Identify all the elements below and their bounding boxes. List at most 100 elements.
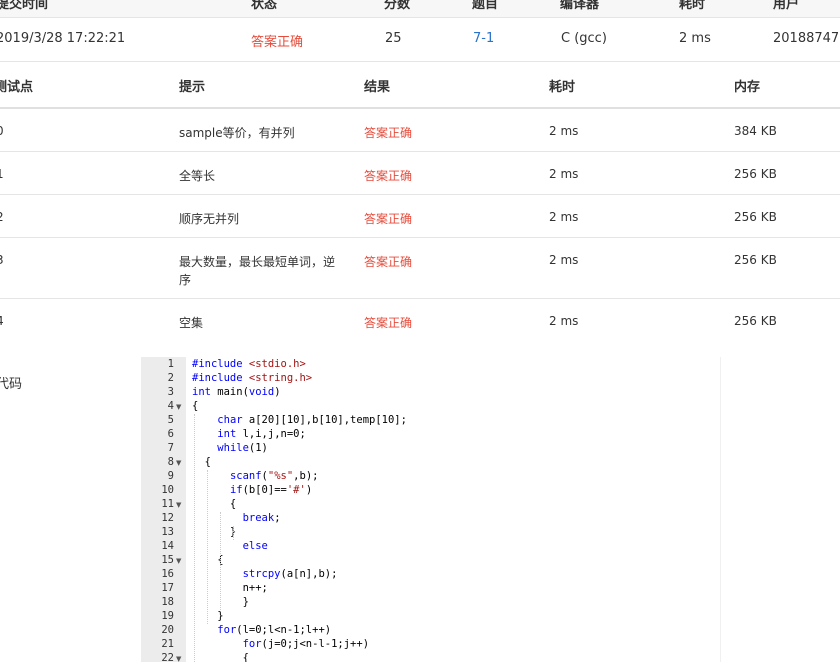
submission-status[interactable]: 答案正确 [251,31,303,50]
line-number: 15 [161,554,174,566]
testcase-time: 2 ms [549,253,579,267]
line-number: 4 [167,400,174,412]
testcase-result: 答案正确 [364,316,413,330]
col-header-memory: 内存 [734,80,761,95]
col-header-duration: 耗时 [679,0,706,12]
line-number: 22 [161,652,174,662]
code-editor[interactable]: 1 #include <stdio.h> 2 #include <string.h> 3… [141,357,721,662]
line-number: 11 [161,498,174,510]
line-number: 12 [161,512,174,524]
testcase-hint: 全等长 [179,169,216,183]
problem-link[interactable]: 7-1 [473,31,494,46]
line-number: 1 [167,358,174,370]
line-number: 6 [167,428,174,440]
code-label: 代码 [0,377,23,392]
code-line[interactable]: scanf("%s",b); [192,470,319,482]
fold-toggle-icon[interactable]: ▼ [176,403,181,411]
testcase-time: 2 ms [549,167,579,181]
testcase-hint-line2: 序 [179,273,192,287]
line-number: 19 [161,610,174,622]
testcase-time: 2 ms [549,124,579,138]
code-line[interactable]: for(l=0;l<n-1;l++) [192,624,331,636]
col-header-testcase: 测试点 [0,80,34,95]
table-row: 0 sample等价，有并列 答案正确 2 ms 384 KB [0,109,840,152]
indent-guide [233,526,234,540]
testcase-memory: 256 KB [734,210,777,224]
testcase-hint-line1: 最大数量，最长最短单词，逆 [179,255,336,269]
line-number: 2 [167,372,174,384]
testcase-memory: 384 KB [734,124,777,138]
code-line[interactable]: char a[20][10],b[10],temp[10]; [192,414,407,426]
code-line[interactable]: int main(void) [192,386,281,398]
fold-toggle-icon[interactable]: ▼ [176,557,181,565]
code-line[interactable]: if(b[0]=='#') [192,484,312,496]
indent-guide [220,512,221,610]
indent-guide [194,414,195,662]
line-number: 17 [161,582,174,594]
testcase-hint: 空集 [179,316,204,330]
code-line[interactable]: strcpy(a[n],b); [192,568,338,580]
code-line[interactable]: } [192,526,236,538]
code-line[interactable]: #include <string.h> [192,372,312,384]
table-row: 1 全等长 答案正确 2 ms 256 KB [0,152,840,195]
col-header-hint: 提示 [179,80,206,95]
line-number: 3 [167,386,174,398]
code-line[interactable]: while(1) [192,442,268,454]
line-number: 20 [161,624,174,636]
testcase-result: 答案正确 [364,255,413,269]
submit-time: 2019/3/28 17:22:21 [0,31,126,46]
code-line[interactable]: break; [192,512,281,524]
col-header-problem: 题目 [472,0,499,12]
testcase-result: 答案正确 [364,212,413,226]
testcase-id: 2 [0,210,4,224]
testcase-time: 2 ms [549,314,579,328]
fold-toggle-icon[interactable]: ▼ [176,501,181,509]
code-line[interactable]: { [192,498,236,510]
indent-guide [207,470,208,624]
testcase-table-header: 测试点 提示 结果 耗时 内存 [0,62,840,109]
testcase-memory: 256 KB [734,314,777,328]
col-header-score: 分数 [384,0,411,12]
submission-summary-row: 2019/3/28 17:22:21 答案正确 25 7-1 C (gcc) 2… [0,18,840,62]
col-header-submit-time: 提交时间 [0,0,49,12]
line-number: 18 [161,596,174,608]
testcase-id: 4 [0,314,4,328]
code-line[interactable]: int l,i,j,n=0; [192,428,306,440]
line-number: 10 [161,484,174,496]
testcase-memory: 256 KB [734,253,777,267]
testcase-hint: 顺序无并列 [179,212,240,226]
code-line[interactable]: n++; [192,582,268,594]
testcase-result: 答案正确 [364,126,413,140]
testcase-result: 答案正确 [364,169,413,183]
line-number: 9 [167,470,174,482]
fold-toggle-icon[interactable]: ▼ [176,655,181,662]
table-row: 4 空集 答案正确 2 ms 256 KB [0,299,840,341]
code-line[interactable]: { [192,652,249,662]
col-header-time: 耗时 [549,80,576,95]
testcase-time: 2 ms [549,210,579,224]
code-line[interactable]: { [192,400,198,412]
submission-duration: 2 ms [679,31,711,46]
submission-summary-header: 提交时间 状态 分数 题目 编译器 耗时 用户 [0,0,840,18]
testcase-id: 0 [0,124,4,138]
line-number: 16 [161,568,174,580]
testcase-id: 3 [0,253,4,267]
line-number: 8 [167,456,174,468]
table-row: 3 最大数量，最长最短单词，逆 序 答案正确 2 ms 256 KB [0,238,840,299]
compiler: C (gcc) [561,31,607,46]
testcase-memory: 256 KB [734,167,777,181]
code-line[interactable]: #include <stdio.h> [192,358,306,370]
table-row: 2 顺序无并列 答案正确 2 ms 256 KB [0,195,840,238]
col-header-compiler: 编译器 [560,0,600,12]
line-number: 14 [161,540,174,552]
code-line[interactable]: else [192,540,268,552]
fold-toggle-icon[interactable]: ▼ [176,459,181,467]
submission-user: 20188747 [773,31,840,46]
testcase-hint: sample等价，有并列 [179,126,295,140]
col-header-user: 用户 [773,0,800,12]
testcase-id: 1 [0,167,4,181]
col-header-result: 结果 [364,80,391,95]
line-number: 5 [167,414,174,426]
code-line[interactable]: for(j=0;j<n-l-1;j++) [192,638,369,650]
col-header-status: 状态 [251,0,278,12]
